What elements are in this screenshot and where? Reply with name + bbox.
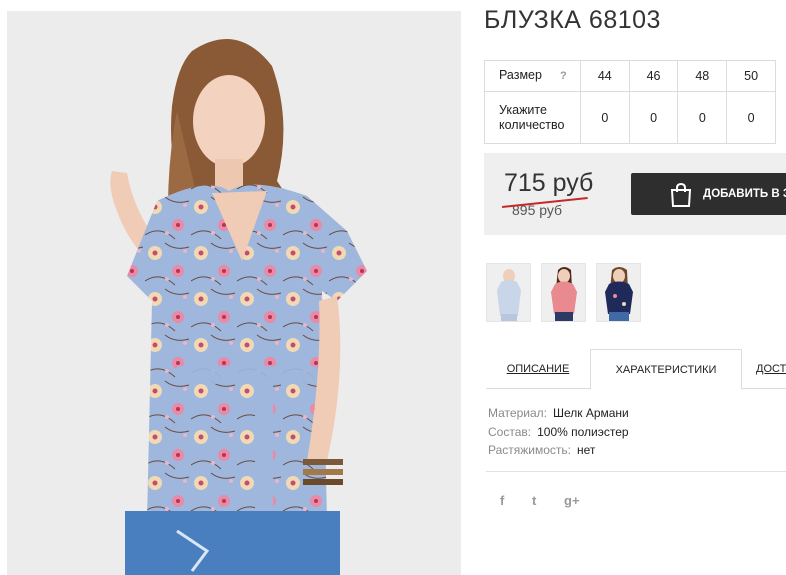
size-label: Размер [499,68,542,82]
shopping-bag-icon [670,182,692,207]
add-to-cart-label: ДОБАВИТЬ В ЗАКАЗ [703,188,786,200]
quantity-label-cell: Укажите количество [484,91,581,144]
size-option-50: 50 [726,60,776,92]
spec-key: Растяжимость: [488,443,572,457]
spec-row-material: Материал: Шелк Армани [488,404,629,423]
quantity-label-line1: Укажите [499,102,547,117]
tab-description[interactable]: ОПИСАНИЕ [486,349,590,389]
product-tabs: ОПИСАНИЕ ХАРАКТЕРИСТИКИ ДОСТАВКА [486,349,786,390]
product-specs: Материал: Шелк Армани Состав: 100% полиэст… [488,404,629,460]
old-price: 895 руб [502,197,589,218]
price-box: 715 руб 895 руб ДОБАВИТЬ В ЗАКАЗ [484,153,786,235]
size-option-46: 46 [628,60,679,92]
quantity-input-50[interactable]: 0 [726,91,776,144]
product-photo-image [7,11,461,575]
add-to-cart-button[interactable]: ДОБАВИТЬ В ЗАКАЗ [631,173,786,215]
spec-value: нет [577,443,596,457]
thumbnail-pink[interactable] [541,263,586,322]
size-label-cell: Размер? [484,60,581,92]
product-main-photo[interactable] [7,11,461,575]
spec-value: Шелк Армани [552,406,629,420]
google-plus-icon[interactable]: g+ [564,493,580,508]
current-price: 715 руб [504,169,594,197]
quantity-input-48[interactable]: 0 [677,91,728,144]
section-divider [486,471,786,472]
size-quantity-table: Размер? 44 46 48 50 Укажите количество 0… [484,60,776,144]
quantity-input-46[interactable]: 0 [628,91,679,144]
thumbnail-light-blue-image [487,264,530,321]
size-row: Размер? 44 46 48 50 [484,60,776,92]
facebook-icon[interactable]: f [500,493,504,508]
tab-delivery[interactable]: ДОСТАВКА [756,349,786,389]
thumbnail-navy-image [597,264,640,321]
spec-key: Материал: [488,406,547,420]
product-title: БЛУЗКА 68103 [484,6,661,34]
spec-key: Состав: [488,424,532,439]
tab-characteristics[interactable]: ХАРАКТЕРИСТИКИ [590,349,742,390]
thumbnail-navy[interactable] [596,263,641,322]
size-help-icon[interactable]: ? [560,70,567,82]
spec-value: 100% полиэстер [537,424,629,439]
quantity-row: Укажите количество 0 0 0 0 [484,91,776,144]
twitter-icon[interactable]: t [532,493,536,508]
size-option-44: 44 [579,60,630,92]
spec-row-composition: Состав: 100% полиэстер [488,423,629,442]
size-option-48: 48 [677,60,728,92]
quantity-label-line2: количество [499,117,565,132]
spec-row-stretch: Растяжимость: нет [488,441,629,460]
quantity-input-44[interactable]: 0 [579,91,630,144]
thumbnail-pink-image [542,264,585,321]
thumbnail-light-blue[interactable] [486,263,531,322]
